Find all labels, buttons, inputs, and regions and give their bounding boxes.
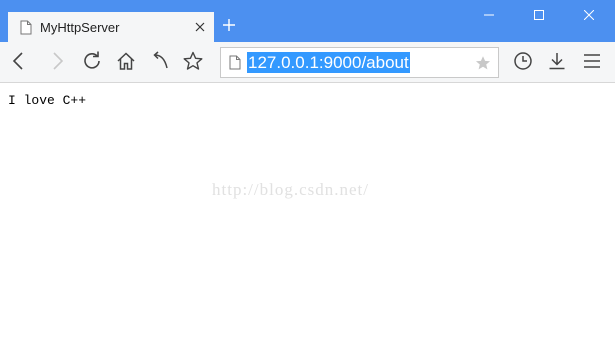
close-icon <box>583 7 595 25</box>
undo-icon <box>150 50 170 76</box>
page-body-text: I love C++ <box>8 93 87 108</box>
title-bar: MyHttpServer <box>0 0 615 42</box>
reload-button[interactable] <box>79 50 105 76</box>
minimize-button[interactable] <box>466 0 512 32</box>
page-icon <box>19 19 33 35</box>
history-button[interactable] <box>510 50 536 76</box>
navigation-toolbar: 127.0.0.1:9000/about <box>0 42 615 83</box>
forward-icon <box>49 51 65 75</box>
download-button[interactable] <box>544 50 570 76</box>
forward-button[interactable] <box>44 50 70 76</box>
tab-title: MyHttpServer <box>40 19 120 35</box>
star-icon <box>183 51 203 76</box>
close-icon[interactable] <box>190 17 210 37</box>
page-icon <box>228 55 242 71</box>
reload-icon <box>82 51 102 76</box>
history-icon <box>513 51 533 76</box>
back-button[interactable] <box>6 50 32 76</box>
back-icon <box>11 51 27 75</box>
star-filled-icon[interactable] <box>473 53 493 73</box>
tab-myhttpserver[interactable]: MyHttpServer <box>8 12 214 42</box>
window-close-button[interactable] <box>566 0 612 32</box>
watermark: http://blog.csdn.net/ <box>212 180 369 199</box>
address-bar[interactable]: 127.0.0.1:9000/about <box>220 47 499 78</box>
url-text[interactable]: 127.0.0.1:9000/about <box>247 52 410 73</box>
maximize-icon <box>534 7 544 25</box>
minimize-icon <box>484 7 494 25</box>
plus-icon <box>223 18 235 36</box>
home-button[interactable] <box>113 50 139 76</box>
maximize-button[interactable] <box>516 0 562 32</box>
menu-icon <box>583 53 601 74</box>
home-icon <box>116 51 136 76</box>
download-icon <box>547 51 567 76</box>
menu-button[interactable] <box>579 50 605 76</box>
favorites-button[interactable] <box>180 50 206 76</box>
new-tab-button[interactable] <box>219 16 239 38</box>
undo-button[interactable] <box>147 50 173 76</box>
page-content: I love C++ http://blog.csdn.net/ <box>0 84 615 361</box>
